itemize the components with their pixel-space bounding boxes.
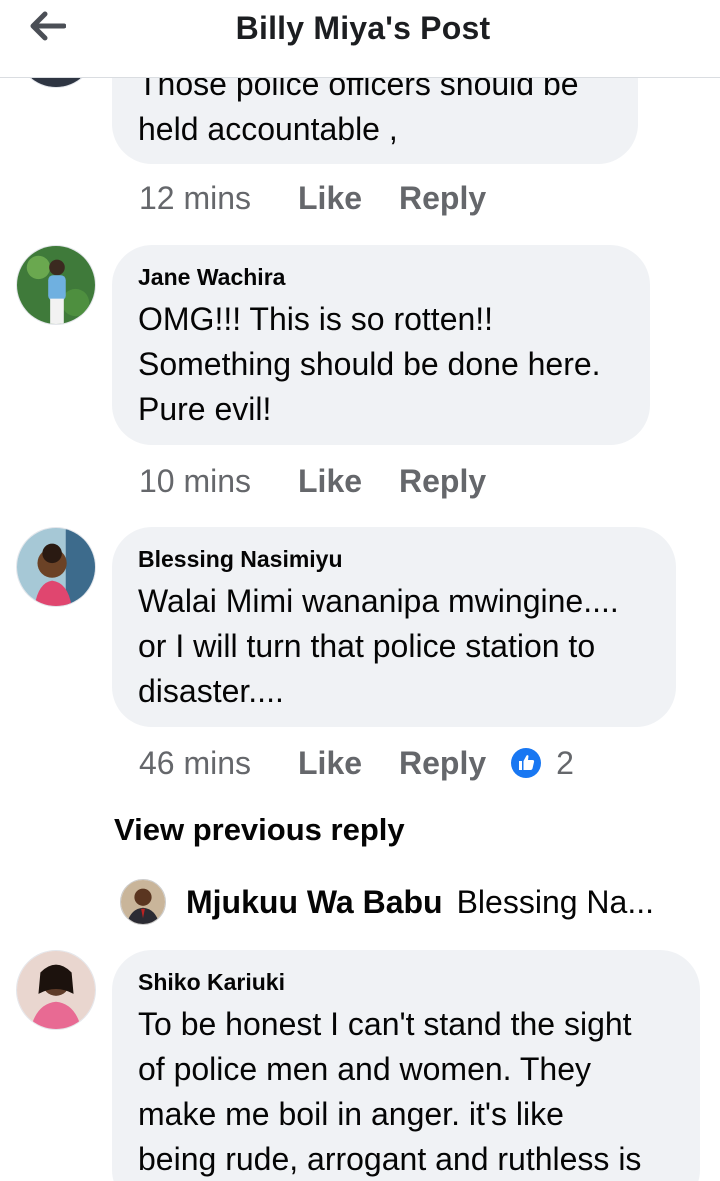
like-button[interactable]: Like [298,463,399,500]
comment-actions: 46 mins Like Reply 2 [139,743,574,783]
comment-bubble[interactable]: Blessing Nasimiyu Walai Mimi wananipa mw… [112,527,676,727]
comment-text-line: or I will turn that police station to [138,628,596,664]
top-bar-overlay: Billy Miya's Post [0,0,720,78]
comment-author[interactable]: Jane Wachira [138,263,624,291]
comment-actions: 12 mins Like Reply [139,178,486,218]
avatar[interactable] [16,527,96,607]
comment-text-line: OMG!!! This is so rotten!! [138,301,494,337]
avatar[interactable] [120,879,166,925]
reaction-count: 2 [556,744,574,781]
page-title: Billy Miya's Post [235,10,491,46]
reply-button[interactable]: Reply [399,745,486,782]
comment-bubble[interactable]: Jane Wachira OMG!!! This is so rotten!! … [112,245,650,445]
comment-author[interactable]: Shiko Kariuki [138,968,674,996]
reply-author[interactable]: Mjukuu Wa Babu [186,884,443,921]
comment-text-line: held accountable , [138,111,398,147]
reply-button[interactable]: Reply [399,180,486,217]
view-previous-reply-link[interactable]: View previous reply [114,812,405,848]
comment-time: 12 mins [139,179,252,216]
comment-text-line: disaster.... [138,673,284,709]
comment-author[interactable]: Blessing Nasimiyu [138,545,650,573]
comment-text-line: of police men and women. They [138,1051,591,1087]
comment-text-line: Pure evil! [138,391,272,427]
reply-button[interactable]: Reply [399,463,486,500]
reply-snippet: Blessing Na... [456,883,654,920]
like-button[interactable]: Like [298,745,399,782]
comment-time: 46 mins [139,744,252,781]
reply-preview[interactable]: Mjukuu Wa Babu Blessing Na... [120,878,680,926]
comment-text-line: Something should be done here. [138,346,601,382]
comment-text-line: being rude, arrogant and ruthless is [138,1141,642,1177]
comment-text-line: make me boil in anger. it's like [138,1096,564,1132]
reaction-summary[interactable]: 2 [510,745,574,782]
comment-time: 10 mins [139,462,252,499]
avatar[interactable] [16,245,96,325]
comment-actions: 10 mins Like Reply [139,461,486,501]
like-button[interactable]: Like [298,180,399,217]
thumbs-up-icon [511,748,542,778]
comment-text-line: To be honest I can't stand the sight [138,1006,632,1042]
comment-text-line: Walai Mimi wananipa mwingine.... [138,583,619,619]
comment-bubble[interactable]: Shiko Kariuki To be honest I can't stand… [112,950,700,1181]
avatar[interactable] [16,950,96,1030]
